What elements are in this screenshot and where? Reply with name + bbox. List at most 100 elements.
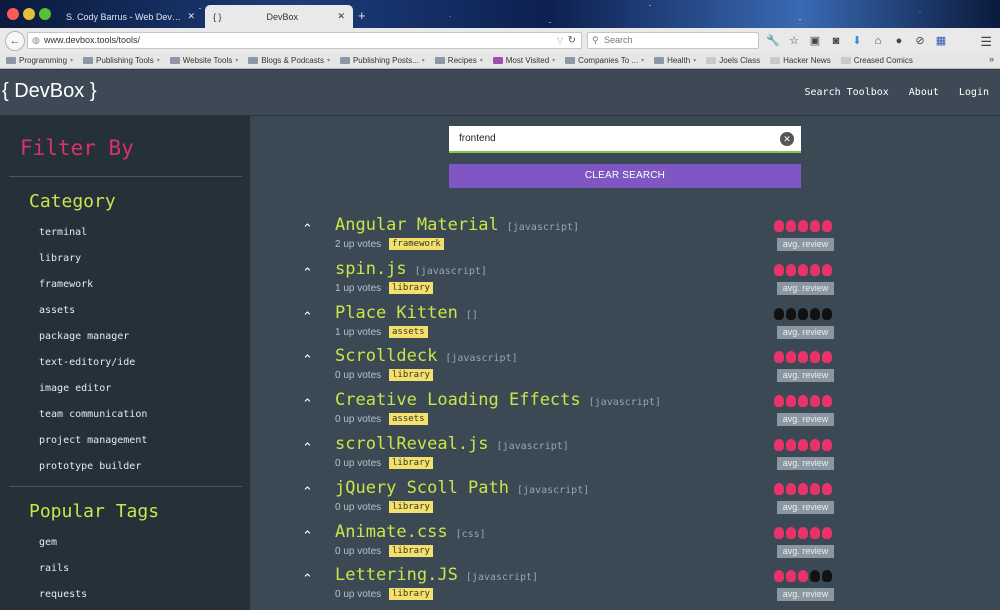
wrench-icon[interactable]: 🔧 (766, 34, 780, 48)
rating-empty-icon[interactable] (774, 307, 784, 320)
avg-review-badge[interactable]: avg. review (777, 500, 834, 514)
tag-item[interactable]: requests (39, 589, 87, 600)
rating-filled-icon[interactable] (774, 263, 784, 276)
maximize-window-button[interactable] (39, 8, 51, 20)
bookmark-star-icon[interactable]: ☆ (787, 34, 801, 48)
pocket-icon[interactable]: ◙ (829, 34, 843, 48)
rating-filled-icon[interactable] (786, 482, 796, 495)
rating-empty-icon[interactable] (810, 570, 820, 583)
extension-icon[interactable]: ▦ (934, 34, 948, 48)
category-tag-badge[interactable]: library (389, 281, 433, 294)
category-item[interactable]: library (39, 253, 81, 264)
rating-filled-icon[interactable] (786, 439, 796, 451)
tool-search-input[interactable] (449, 126, 769, 151)
tool-name[interactable]: scrollReveal.js (335, 434, 489, 454)
rating-filled-icon[interactable] (786, 526, 796, 539)
category-item[interactable]: team communication (39, 409, 147, 420)
new-tab-plus-icon[interactable]: + (358, 8, 366, 23)
category-tag-badge[interactable]: library (389, 588, 433, 601)
rating-filled-icon[interactable] (822, 439, 832, 451)
download-icon[interactable]: ⬇ (850, 34, 864, 48)
bookmark-folder[interactable]: Recipes ▾ (434, 56, 483, 65)
rating-filled-icon[interactable] (810, 263, 820, 276)
bookmark-link[interactable]: Hacker News (770, 56, 831, 65)
nav-about[interactable]: About (909, 87, 939, 98)
avg-review-badge[interactable]: avg. review (777, 325, 834, 339)
bookmark-link[interactable]: Creased Comics (840, 56, 913, 65)
reload-icon[interactable]: ↻ (568, 33, 576, 48)
tag-item[interactable]: gem (39, 537, 57, 548)
nav-login[interactable]: Login (959, 87, 989, 98)
home-icon[interactable]: ⌂ (871, 34, 885, 48)
category-item[interactable]: project management (39, 435, 147, 446)
upvote-chevron-up-icon[interactable]: ⌃ (302, 352, 313, 368)
url-dropdown-icon[interactable]: ▽ (557, 33, 563, 48)
avg-review-badge[interactable]: avg. review (777, 281, 834, 295)
category-item[interactable]: package manager (39, 331, 129, 342)
avg-review-badge[interactable]: avg. review (777, 369, 834, 383)
upvote-chevron-up-icon[interactable]: ⌃ (302, 221, 313, 237)
rating-filled-icon[interactable] (822, 263, 832, 276)
upvote-chevron-up-icon[interactable]: ⌃ (302, 484, 313, 500)
bookmark-folder[interactable]: Publishing Posts... ▾ (339, 56, 425, 65)
avg-review-badge[interactable]: avg. review (777, 413, 834, 427)
clear-search-button[interactable]: CLEAR SEARCH (449, 164, 801, 188)
bookmark-folder[interactable]: Companies To ... ▾ (565, 56, 644, 65)
category-item[interactable]: prototype builder (39, 461, 141, 472)
rating-filled-icon[interactable] (786, 351, 796, 364)
rating-filled-icon[interactable] (798, 395, 808, 408)
rating-filled-icon[interactable] (774, 351, 784, 364)
rating-filled-icon[interactable] (786, 570, 796, 583)
rating-filled-icon[interactable] (822, 482, 832, 495)
tool-name[interactable]: Lettering.JS (335, 565, 458, 585)
close-tab-icon[interactable]: ✕ (187, 11, 195, 22)
rating-filled-icon[interactable] (774, 395, 784, 408)
menu-hamburger-icon[interactable]: ☰ (980, 34, 992, 50)
upvote-chevron-up-icon[interactable]: ⌃ (302, 309, 313, 325)
upvote-chevron-up-icon[interactable]: ⌃ (302, 265, 313, 281)
rating-filled-icon[interactable] (786, 220, 796, 232)
rating-filled-icon[interactable] (798, 220, 808, 232)
tool-name[interactable]: spin.js (335, 259, 407, 279)
rating-empty-icon[interactable] (822, 570, 832, 583)
more-bookmarks-chevron-icon[interactable]: » (989, 54, 994, 64)
rating-empty-icon[interactable] (810, 307, 820, 320)
clipboard-icon[interactable]: ▣ (808, 34, 822, 48)
category-tag-badge[interactable]: library (389, 544, 433, 557)
avg-review-badge[interactable]: avg. review (777, 457, 834, 470)
rating-filled-icon[interactable] (786, 395, 796, 408)
rating-filled-icon[interactable] (774, 526, 784, 539)
avg-review-badge[interactable]: avg. review (777, 588, 834, 602)
rating-filled-icon[interactable] (774, 220, 784, 232)
bookmark-link[interactable]: Joels Class (706, 56, 760, 65)
bookmark-folder[interactable]: Blogs & Podcasts ▾ (248, 56, 330, 65)
rating-filled-icon[interactable] (810, 439, 820, 451)
tool-name[interactable]: Place Kitten (335, 303, 458, 323)
tag-item[interactable]: rails (39, 563, 69, 574)
category-item[interactable]: assets (39, 305, 75, 316)
category-tag-badge[interactable]: framework (389, 238, 444, 250)
bookmark-folder[interactable]: Website Tools ▾ (169, 56, 238, 65)
category-tag-badge[interactable]: library (389, 500, 433, 513)
rating-filled-icon[interactable] (798, 482, 808, 495)
nav-search-toolbox[interactable]: Search Toolbox (804, 87, 888, 98)
upvote-chevron-up-icon[interactable]: ⌃ (302, 571, 313, 587)
close-tab-icon[interactable]: ✕ (337, 11, 345, 22)
rating-filled-icon[interactable] (822, 526, 832, 539)
rating-filled-icon[interactable] (798, 351, 808, 364)
url-bar[interactable]: ◍ www.devbox.tools/tools/ ▽ ↻ (27, 32, 582, 49)
rating-empty-icon[interactable] (786, 307, 796, 320)
avg-review-badge[interactable]: avg. review (777, 544, 834, 558)
avg-review-badge[interactable]: avg. review (777, 238, 834, 251)
category-tag-badge[interactable]: library (389, 457, 433, 469)
bookmark-folder[interactable]: Most Visited ▾ (492, 56, 555, 65)
rating-filled-icon[interactable] (810, 220, 820, 232)
rating-filled-icon[interactable] (810, 351, 820, 364)
tool-name[interactable]: jQuery Scoll Path (335, 478, 509, 498)
tool-name[interactable]: Creative Loading Effects (335, 390, 581, 410)
category-tag-badge[interactable]: assets (389, 413, 428, 426)
bookmark-folder[interactable]: Publishing Tools ▾ (83, 56, 160, 65)
browser-tab-devbox[interactable]: { } DevBox ✕ (205, 5, 353, 28)
category-tag-badge[interactable]: library (389, 369, 433, 382)
upvote-chevron-up-icon[interactable]: ⌃ (302, 396, 313, 412)
